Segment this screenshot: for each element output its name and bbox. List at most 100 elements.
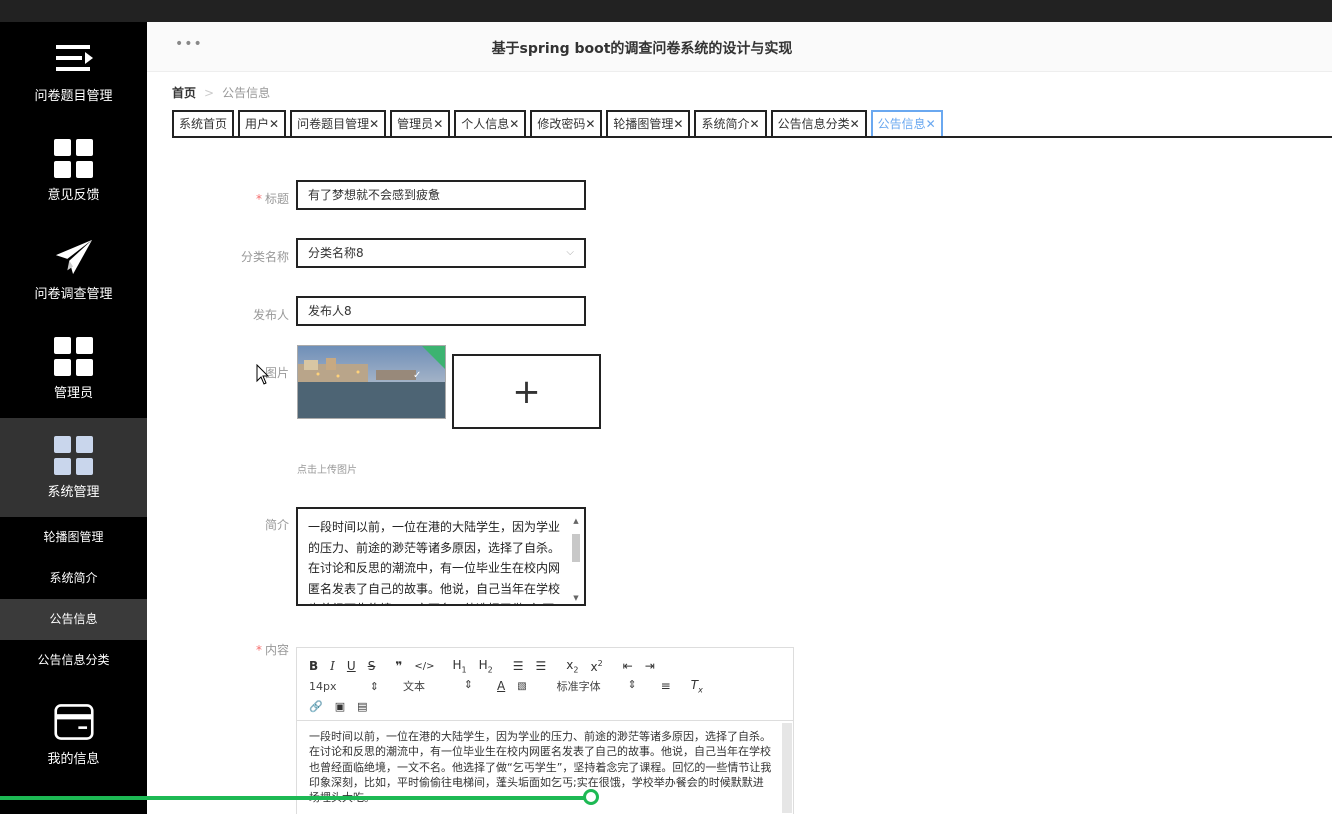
chevron-down-icon: ⌵ (566, 247, 574, 258)
editor-toolbar: B I U S ❞ </> H1 H2 ☰ ☰ x2 x2 ⇤ ⇥ 14px ⇕ … (297, 648, 793, 721)
tab-bar: 系统首页 用户✕ 问卷题目管理✕ 管理员✕ 个人信息✕ 修改密码✕ 轮播图管理✕… (172, 110, 1332, 138)
sidebar-subitem-carousel[interactable]: 轮播图管理 (0, 517, 147, 558)
category-select[interactable]: 分类名称8 ⌵ (296, 238, 586, 268)
italic-icon[interactable]: I (330, 659, 335, 673)
tab-system-home[interactable]: 系统首页 (172, 110, 235, 136)
subscript-icon[interactable]: x2 (566, 658, 578, 674)
tab-label: 用户 (245, 117, 270, 131)
tab-label: 修改密码 (537, 117, 586, 131)
close-icon[interactable]: ✕ (673, 117, 683, 131)
tab-label: 轮播图管理 (613, 117, 674, 131)
tab-user[interactable]: 用户✕ (238, 110, 287, 136)
category-label: 分类名称 (240, 250, 289, 264)
sidebar-subitem-system-intro[interactable]: 系统简介 (0, 558, 147, 599)
rich-text-editor: B I U S ❞ </> H1 H2 ☰ ☰ x2 x2 ⇤ ⇥ 14px ⇕ … (296, 647, 794, 814)
tab-notice[interactable]: 公告信息✕ (870, 110, 943, 136)
tab-carousel[interactable]: 轮播图管理✕ (606, 110, 691, 136)
sidebar-item-label: 问卷题目管理 (34, 89, 113, 104)
strikethrough-icon[interactable]: S (368, 659, 376, 673)
upload-add-button[interactable]: + (452, 354, 601, 429)
mouse-cursor-icon (256, 364, 270, 385)
updown-icon: ⇕ (627, 678, 637, 691)
bullet-list-icon[interactable]: ☰ (536, 659, 547, 673)
sidebar-item-label: 意见反馈 (47, 188, 100, 203)
intro-scrollbar[interactable]: ▲ ▼ (570, 511, 582, 603)
publisher-input[interactable]: 发布人8 (296, 296, 586, 326)
tab-notice-category[interactable]: 公告信息分类✕ (770, 110, 867, 136)
font-family-select[interactable]: 标准字体 ⇕ (557, 678, 637, 694)
close-icon[interactable]: ✕ (369, 117, 379, 131)
category-value: 分类名称8 (308, 246, 364, 260)
superscript-icon[interactable]: x2 (591, 659, 603, 674)
image-icon[interactable]: ▣ (335, 700, 345, 713)
close-icon[interactable]: ✕ (926, 117, 936, 131)
tab-label: 系统简介 (701, 117, 750, 131)
title-label: * 标题 (255, 192, 289, 206)
close-icon[interactable]: ✕ (585, 117, 595, 131)
upload-tip: 点击上传图片 (297, 465, 357, 476)
align-icon[interactable]: ≡ (661, 679, 671, 693)
close-icon[interactable]: ✕ (850, 117, 860, 131)
bold-icon[interactable]: B (309, 659, 318, 673)
sidebar-item-admin[interactable]: 管理员 (0, 319, 147, 418)
video-icon[interactable]: ▤ (357, 700, 367, 713)
background-color-icon[interactable]: ▧ (517, 681, 526, 692)
clear-format-icon[interactable]: Tx (691, 678, 703, 694)
window-top-bar (0, 0, 1332, 22)
progress-bar[interactable] (0, 789, 1332, 805)
breadcrumb-home[interactable]: 首页 (172, 86, 196, 100)
sidebar-item-my-info[interactable]: 我的信息 (0, 681, 147, 788)
close-icon[interactable]: ✕ (433, 117, 443, 131)
tab-label: 公告信息分类 (777, 117, 850, 131)
breadcrumb-separator: > (204, 86, 215, 100)
indent-icon[interactable]: ⇥ (645, 659, 655, 673)
tab-personal-info[interactable]: 个人信息✕ (454, 110, 527, 136)
underline-icon[interactable]: U (347, 659, 356, 673)
link-icon[interactable]: 🔗 (309, 700, 323, 713)
page-title: 基于spring boot的调查问卷系统的设计与实现 (491, 41, 793, 57)
sidebar-item-system-management[interactable]: 系统管理 (0, 418, 147, 517)
grid-icon (54, 336, 94, 376)
tab-label: 系统首页 (179, 117, 228, 131)
breadcrumb-current: 公告信息 (222, 86, 271, 100)
sidebar: 问卷题目管理 意见反馈 问卷调查管理 管理员 系统管理 轮播图管理 系统简介 公… (0, 22, 147, 814)
breadcrumb: 首页 > 公告信息 (172, 84, 270, 101)
font-size-select[interactable]: 14px ⇕ (309, 680, 379, 693)
ordered-list-icon[interactable]: ☰ (513, 659, 524, 673)
updown-icon: ⇕ (463, 678, 473, 691)
sidebar-item-label: 系统管理 (47, 485, 100, 500)
updown-icon: ⇕ (369, 679, 379, 693)
sidebar-subitem-notice[interactable]: 公告信息 (0, 599, 147, 640)
text-type-select[interactable]: 文本 ⇕ (403, 678, 473, 694)
sidebar-item-survey-management[interactable]: 问卷调查管理 (0, 220, 147, 319)
paper-plane-icon (54, 237, 94, 277)
intro-textarea[interactable]: 一段时间以前，一位在港的大陆学生，因为学业的压力、前途的渺茫等诸多原因，选择了自… (296, 507, 586, 606)
code-block-icon[interactable]: </> (414, 661, 434, 672)
font-color-icon[interactable]: A (497, 679, 505, 693)
close-icon[interactable]: ✕ (750, 117, 760, 131)
image-label: 图片 (264, 366, 289, 380)
sidebar-subitem-notice-category[interactable]: 公告信息分类 (0, 640, 147, 681)
tab-change-password[interactable]: 修改密码✕ (530, 110, 603, 136)
title-input[interactable]: 有了梦想就不会感到疲惫 (296, 180, 586, 210)
editor-content[interactable]: 一段时间以前，一位在港的大陆学生，因为学业的压力、前途的渺茫等诸多原因，选择了自… (297, 721, 793, 814)
tab-admin[interactable]: 管理员✕ (390, 110, 451, 136)
close-icon[interactable]: ✕ (509, 117, 519, 131)
tab-question-management[interactable]: 问卷题目管理✕ (290, 110, 387, 136)
tab-label: 问卷题目管理 (297, 117, 370, 131)
blockquote-icon[interactable]: ❞ (395, 659, 402, 673)
wallet-icon (53, 702, 94, 742)
outdent-icon[interactable]: ⇤ (623, 659, 633, 673)
sidebar-item-question-management[interactable]: 问卷题目管理 (0, 22, 147, 121)
intro-text: 一段时间以前，一位在港的大陆学生，因为学业的压力、前途的渺茫等诸多原因，选择了自… (308, 520, 561, 604)
heading2-icon[interactable]: H2 (479, 658, 493, 674)
intro-label: 简介 (264, 518, 289, 532)
uploaded-image-thumbnail[interactable]: ✓ (297, 345, 446, 419)
main-content: ••• 基于spring boot的调查问卷系统的设计与实现 首页 > 公告信息 系… (147, 22, 1332, 814)
tab-label: 个人信息 (461, 117, 510, 131)
tab-system-intro[interactable]: 系统简介✕ (694, 110, 767, 136)
heading1-icon[interactable]: H1 (453, 658, 467, 674)
close-icon[interactable]: ✕ (269, 117, 279, 131)
sidebar-item-label: 问卷调查管理 (34, 287, 113, 302)
sidebar-item-feedback[interactable]: 意见反馈 (0, 121, 147, 220)
